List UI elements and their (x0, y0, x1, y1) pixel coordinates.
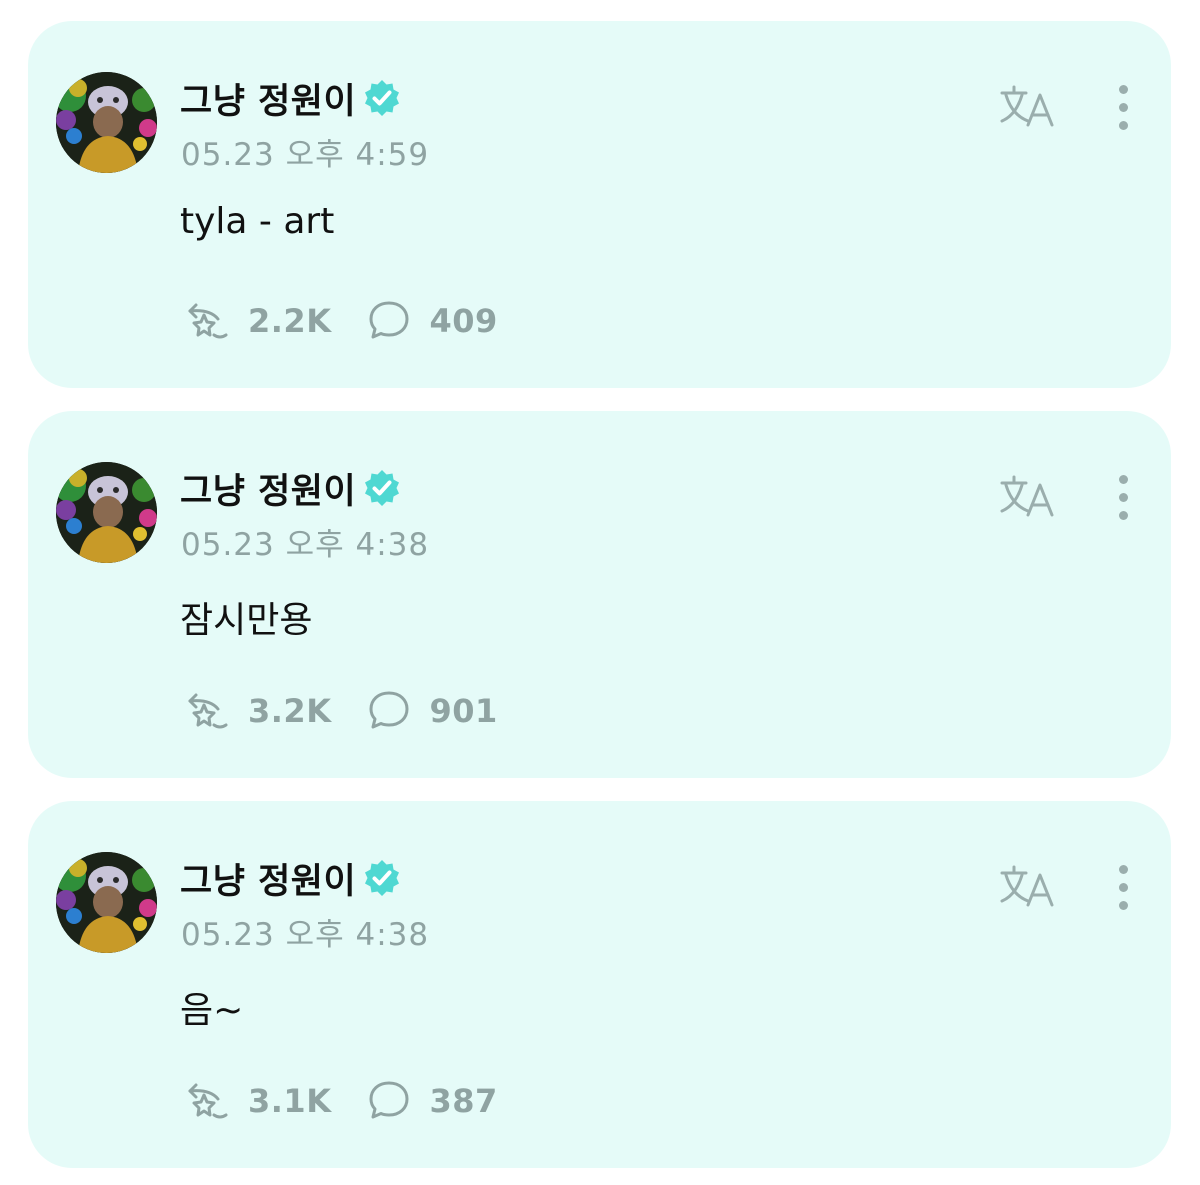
repost-star-icon (188, 303, 228, 339)
author-name[interactable]: 그냥 정원이 (180, 73, 356, 124)
post-timestamp: 05.23 오후 4:38 (181, 917, 430, 953)
post-timestamp: 05.23 오후 4:59 (181, 137, 430, 173)
translate-icon (1000, 475, 1054, 517)
translate-button[interactable] (998, 81, 1058, 131)
avatar[interactable] (56, 462, 157, 563)
avatar[interactable] (56, 72, 157, 173)
repost-count: 2.2K (248, 302, 332, 340)
verified-badge-icon (362, 468, 402, 508)
comment-bubble-icon (369, 301, 409, 339)
author-name[interactable]: 그냥 정원이 (180, 853, 356, 904)
repost-star-icon (188, 1083, 228, 1119)
post-metrics: 3.1K 387 (180, 1078, 534, 1124)
verified-badge-icon (362, 78, 402, 118)
comment-count: 409 (429, 302, 498, 340)
comment-count: 387 (429, 1082, 498, 1120)
verified-badge-icon (362, 858, 402, 898)
post-text: 잠시만용 (180, 600, 313, 641)
post-text: tyla - art (180, 201, 335, 242)
repost-button[interactable]: 2.2K (180, 299, 331, 343)
more-vertical-icon (1118, 865, 1128, 874)
comment-button[interactable]: 901 (367, 689, 497, 733)
more-options-button[interactable] (1108, 861, 1138, 911)
more-options-button[interactable] (1108, 81, 1138, 131)
comment-button[interactable]: 409 (367, 299, 497, 343)
post-timestamp: 05.23 오후 4:38 (181, 527, 430, 563)
post-card[interactable]: 그냥 정원이 05.23 오후 4:38 잠시만용 3.2K 901 (28, 411, 1171, 778)
repost-button[interactable]: 3.2K (180, 689, 331, 733)
post-metrics: 2.2K 409 (180, 298, 534, 344)
avatar[interactable] (56, 852, 157, 953)
repost-star-icon (188, 693, 228, 729)
author-name[interactable]: 그냥 정원이 (180, 463, 356, 514)
post-feed: 그냥 정원이 05.23 오후 4:59 tyla - art 2.2K 409… (0, 0, 1200, 1185)
repost-count: 3.1K (248, 1082, 332, 1120)
comment-count: 901 (429, 692, 498, 730)
author-row: 그냥 정원이 (180, 853, 402, 904)
more-vertical-icon (1118, 475, 1128, 484)
post-text: 음~ (180, 990, 244, 1031)
post-card[interactable]: 그냥 정원이 05.23 오후 4:59 tyla - art 2.2K 409 (28, 21, 1171, 388)
translate-button[interactable] (998, 471, 1058, 521)
post-card[interactable]: 그냥 정원이 05.23 오후 4:38 음~ 3.1K 387 (28, 801, 1171, 1168)
comment-bubble-icon (369, 1081, 409, 1119)
comment-bubble-icon (369, 691, 409, 729)
translate-button[interactable] (998, 861, 1058, 911)
translate-icon (1000, 865, 1054, 907)
repost-count: 3.2K (248, 692, 332, 730)
comment-button[interactable]: 387 (367, 1079, 497, 1123)
post-metrics: 3.2K 901 (180, 688, 534, 734)
translate-icon (1000, 85, 1054, 127)
more-vertical-icon (1118, 85, 1128, 94)
more-options-button[interactable] (1108, 471, 1138, 521)
repost-button[interactable]: 3.1K (180, 1079, 331, 1123)
author-row: 그냥 정원이 (180, 73, 402, 124)
author-row: 그냥 정원이 (180, 463, 402, 514)
